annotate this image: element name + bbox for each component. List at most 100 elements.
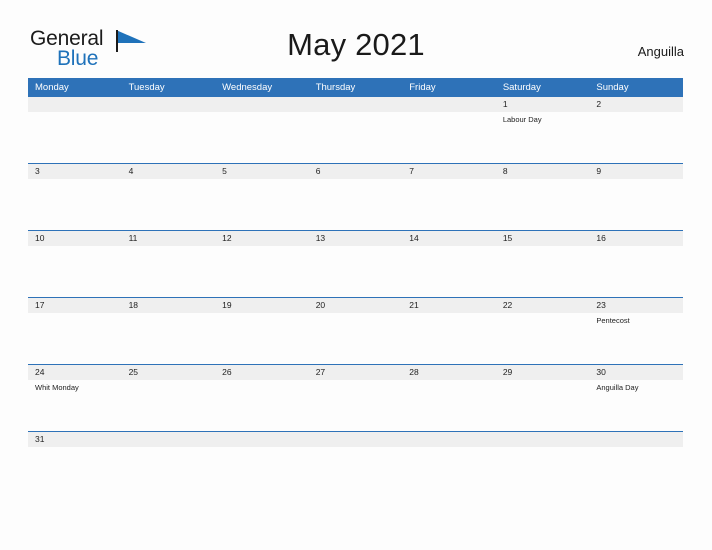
weekday-sunday: Sunday bbox=[596, 82, 629, 93]
day-number: 9 bbox=[596, 166, 602, 176]
calendar-day-cell[interactable]: 18 bbox=[121, 298, 216, 364]
day-events bbox=[309, 112, 403, 114]
calendar-day-cell[interactable]: 29 bbox=[495, 365, 590, 431]
day-number-band: 22 bbox=[495, 298, 590, 313]
day-events bbox=[28, 179, 122, 181]
day-number-band bbox=[121, 97, 216, 112]
day-number-band: 2 bbox=[589, 97, 683, 112]
day-events bbox=[215, 246, 309, 248]
day-number: 22 bbox=[502, 300, 513, 310]
calendar-day-cell[interactable]: 23 Pentecost bbox=[589, 298, 683, 364]
day-events bbox=[122, 447, 216, 449]
day-number: 3 bbox=[35, 166, 40, 176]
day-number: 8 bbox=[502, 166, 508, 176]
day-events bbox=[496, 313, 590, 315]
calendar-day-cell[interactable]: 24 Whit Monday bbox=[28, 365, 122, 431]
calendar-day-cell[interactable]: 26 bbox=[215, 365, 309, 431]
calendar-day-cell-empty bbox=[308, 97, 403, 163]
day-events bbox=[589, 112, 683, 114]
day-events bbox=[402, 313, 496, 315]
day-number-band: 18 bbox=[121, 298, 216, 313]
page-title: May 2021 bbox=[287, 27, 425, 62]
day-number-band: 28 bbox=[402, 365, 496, 380]
weekday-saturday: Saturday bbox=[502, 82, 541, 93]
day-events bbox=[589, 246, 683, 248]
day-number-band: 9 bbox=[589, 164, 683, 179]
weekday-monday: Monday bbox=[35, 82, 69, 93]
day-number-band: 25 bbox=[121, 365, 216, 380]
day-number-band: 31 bbox=[28, 432, 122, 447]
weekday-tuesday: Tuesday bbox=[128, 82, 165, 93]
day-number-band: 6 bbox=[308, 164, 403, 179]
calendar-day-cell[interactable]: 19 bbox=[215, 298, 309, 364]
calendar-day-cell[interactable]: 2 bbox=[589, 97, 683, 163]
calendar-day-cell[interactable]: 11 bbox=[121, 231, 216, 297]
day-number-band: 17 bbox=[28, 298, 122, 313]
day-number: 14 bbox=[409, 233, 419, 243]
day-events bbox=[215, 447, 309, 449]
calendar-week-row: 10 11 12 13 14 15 16 bbox=[28, 230, 683, 297]
calendar-day-cell[interactable]: 17 bbox=[28, 298, 122, 364]
day-number-band bbox=[215, 97, 309, 112]
day-number-band bbox=[308, 97, 403, 112]
calendar-day-cell[interactable]: 9 bbox=[589, 164, 683, 230]
day-number-band: 4 bbox=[121, 164, 216, 179]
holiday-event-label: Labour Day bbox=[502, 115, 542, 124]
calendar-day-cell[interactable]: 1 Labour Day bbox=[495, 97, 590, 163]
day-events bbox=[28, 112, 122, 114]
calendar-day-cell[interactable]: 8 bbox=[495, 164, 590, 230]
day-number-band bbox=[215, 432, 309, 447]
day-number: 31 bbox=[35, 434, 45, 444]
day-events bbox=[309, 313, 403, 315]
calendar-day-cell[interactable]: 20 bbox=[308, 298, 403, 364]
calendar-day-cell[interactable]: 4 bbox=[121, 164, 216, 230]
day-number-band: 5 bbox=[215, 164, 309, 179]
day-number: 25 bbox=[128, 367, 139, 377]
calendar-day-cell-empty bbox=[495, 432, 590, 454]
day-events bbox=[215, 112, 309, 114]
day-number-band: 19 bbox=[215, 298, 309, 313]
country-label: Anguilla bbox=[637, 44, 684, 59]
day-number: 10 bbox=[35, 233, 45, 243]
day-events bbox=[402, 380, 496, 382]
day-number: 5 bbox=[222, 166, 227, 176]
day-number: 26 bbox=[222, 367, 232, 377]
calendar-day-cell[interactable]: 30 Anguilla Day bbox=[589, 365, 683, 431]
day-events bbox=[496, 246, 590, 248]
day-events bbox=[28, 246, 122, 248]
calendar-day-cell[interactable]: 6 bbox=[308, 164, 403, 230]
calendar-day-cell[interactable]: 10 bbox=[28, 231, 122, 297]
calendar-day-cell[interactable]: 25 bbox=[121, 365, 216, 431]
day-events bbox=[589, 179, 683, 181]
calendar-day-cell[interactable]: 15 bbox=[495, 231, 590, 297]
day-events bbox=[402, 112, 496, 114]
calendar-day-cell[interactable]: 12 bbox=[215, 231, 309, 297]
day-number: 1 bbox=[502, 99, 508, 109]
calendar-day-cell[interactable]: 22 bbox=[495, 298, 590, 364]
holiday-event-label: Whit Monday bbox=[35, 383, 79, 392]
calendar-day-cell[interactable]: 14 bbox=[402, 231, 496, 297]
calendar-day-cell[interactable]: 13 bbox=[308, 231, 403, 297]
day-number: 28 bbox=[409, 367, 419, 377]
page-header: General Blue May 2021 Anguilla bbox=[0, 0, 712, 70]
day-number: 11 bbox=[128, 233, 138, 243]
calendar-day-cell[interactable]: 16 bbox=[589, 231, 683, 297]
calendar-day-cell-empty bbox=[121, 97, 216, 163]
day-number-band bbox=[308, 432, 403, 447]
day-number-band bbox=[495, 432, 590, 447]
calendar-day-cell[interactable]: 31 bbox=[28, 432, 122, 454]
day-number: 24 bbox=[35, 367, 45, 377]
day-events: Labour Day bbox=[496, 112, 590, 125]
calendar-day-cell[interactable]: 27 bbox=[308, 365, 403, 431]
day-events bbox=[122, 246, 216, 248]
calendar-grid: Monday Tuesday Wednesday Thursday Friday… bbox=[28, 78, 683, 454]
calendar-day-cell-empty bbox=[215, 97, 309, 163]
day-events bbox=[589, 447, 683, 449]
calendar-week-cells: 24 Whit Monday 25 26 27 28 29 30 Anguilla Day bbox=[28, 365, 683, 431]
calendar-day-cell[interactable]: 5 bbox=[215, 164, 309, 230]
calendar-day-cell[interactable]: 28 bbox=[402, 365, 496, 431]
calendar-day-cell[interactable]: 21 bbox=[402, 298, 496, 364]
calendar-day-cell-empty bbox=[402, 432, 496, 454]
calendar-day-cell[interactable]: 3 bbox=[28, 164, 122, 230]
calendar-day-cell[interactable]: 7 bbox=[402, 164, 496, 230]
